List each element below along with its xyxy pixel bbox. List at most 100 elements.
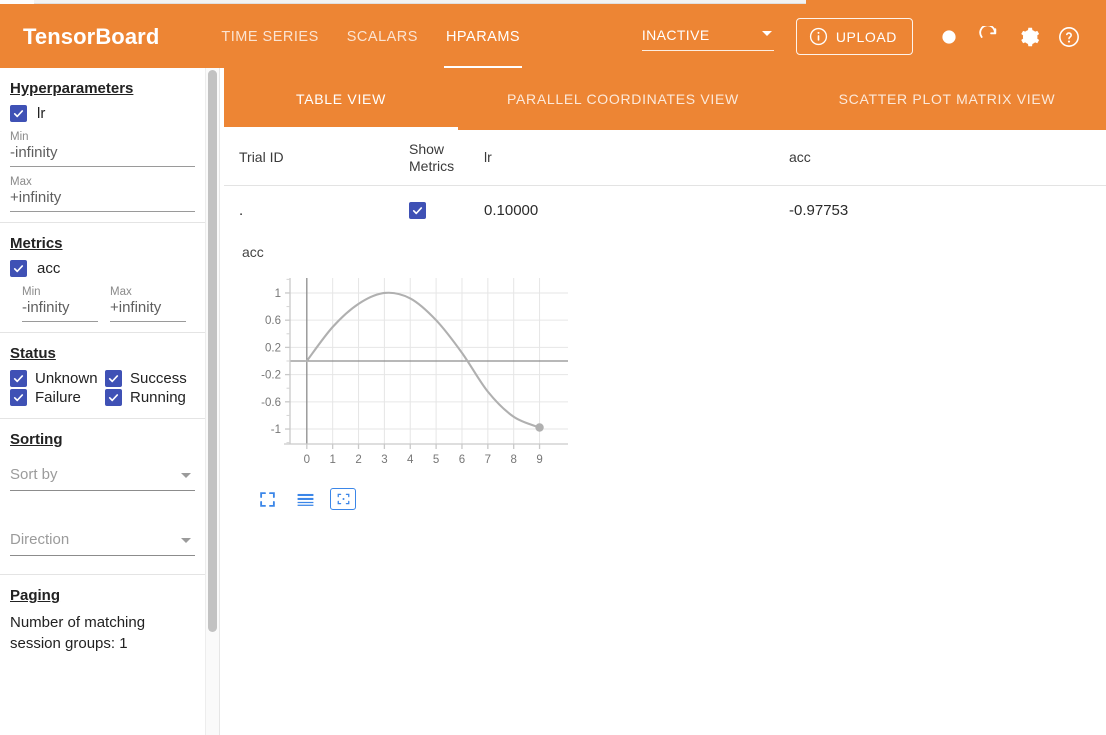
sort-by-value[interactable]: Sort by — [10, 466, 195, 491]
run-selector-dropdown[interactable]: INACTIVE — [641, 27, 774, 51]
metric-acc-row[interactable]: acc — [10, 260, 195, 277]
checkbox-checked-icon[interactable] — [409, 202, 426, 219]
hyperparameter-min-field[interactable]: Min -infinity — [10, 131, 195, 167]
hyperparameters-title: Hyperparameters — [10, 80, 134, 97]
status-failure-item[interactable]: Failure — [10, 389, 105, 406]
status-row-2: Failure Running — [10, 389, 195, 406]
column-header-trial-id[interactable]: Trial ID — [239, 149, 409, 166]
chart-plot-area[interactable]: 1 0.6 0.2 -0.2 -0.6 -1 0 1 2 3 4 5 6 7 8 9 — [242, 268, 582, 478]
metric-min-field[interactable]: Min -infinity — [22, 286, 98, 322]
checkbox-checked-icon[interactable] — [10, 105, 27, 122]
cell-acc: -0.97753 — [789, 202, 849, 219]
column-header-show-metrics[interactable]: Show Metrics — [409, 141, 484, 175]
brightness-icon[interactable] — [929, 17, 969, 57]
direction-value[interactable]: Direction — [10, 531, 195, 556]
status-running-item[interactable]: Running — [105, 389, 186, 406]
sidebar-scrollbar-thumb[interactable] — [208, 70, 217, 632]
cell-lr: 0.10000 — [484, 202, 539, 219]
app-header: TensorBoard TIME SERIES SCALARS HPARAMS … — [0, 5, 1106, 68]
checkbox-checked-icon[interactable] — [105, 370, 122, 387]
chart-title: acc — [242, 244, 264, 260]
direction-select[interactable]: Direction — [10, 531, 195, 556]
status-row-1: Unknown Success — [10, 370, 195, 387]
svg-text:3: 3 — [381, 454, 387, 466]
line-style-icon[interactable] — [292, 488, 318, 510]
filters-sidebar: Hyperparameters lr Min -infinity Max +in… — [0, 68, 205, 735]
status-unknown-item[interactable]: Unknown — [10, 370, 105, 387]
cell-trial-id: . — [239, 202, 244, 219]
svg-text:1: 1 — [275, 288, 281, 300]
svg-text:-1: -1 — [271, 424, 281, 436]
checkbox-checked-icon[interactable] — [10, 389, 27, 406]
tab-parallel-coordinates-view[interactable]: PARALLEL COORDINATES VIEW — [458, 68, 788, 130]
fit-domain-icon[interactable] — [330, 488, 356, 510]
tab-scatter-plot-matrix-view[interactable]: SCATTER PLOT MATRIX VIEW — [788, 68, 1106, 130]
status-success-item[interactable]: Success — [105, 370, 187, 387]
hparams-table: Trial ID Show Metrics lr acc . 0.10000 -… — [224, 130, 1106, 226]
acc-line-chart[interactable]: 1 0.6 0.2 -0.2 -0.6 -1 0 1 2 3 4 5 6 7 8 9 — [242, 268, 582, 478]
metric-max-field[interactable]: Max +infinity — [110, 286, 186, 322]
section-hyperparameters: Hyperparameters lr Min -infinity Max +in… — [0, 68, 205, 223]
svg-text:-0.6: -0.6 — [261, 397, 281, 409]
svg-text:0: 0 — [304, 454, 310, 466]
hyperparameter-max-field[interactable]: Max +infinity — [10, 176, 195, 212]
tensorboard-app: TensorBoard TIME SERIES SCALARS HPARAMS … — [0, 0, 1106, 735]
sort-by-select[interactable]: Sort by — [10, 466, 195, 491]
section-sorting: Sorting Sort by Direction — [0, 419, 205, 575]
help-icon[interactable] — [1049, 17, 1089, 57]
metric-max-input[interactable]: +infinity — [110, 299, 186, 322]
hyperparameter-min-input[interactable]: -infinity — [10, 144, 195, 167]
status-checkbox-grid: Unknown Success Failure Running — [10, 370, 195, 406]
refresh-icon[interactable] — [969, 17, 1009, 57]
status-success-label: Success — [130, 370, 187, 387]
svg-text:-0.2: -0.2 — [261, 370, 281, 382]
checkbox-checked-icon[interactable] — [105, 389, 122, 406]
column-header-show-metrics-line1: Show — [409, 140, 445, 157]
header-actions: INACTIVE UPLOAD — [641, 17, 1089, 57]
table-header-row: Trial ID Show Metrics lr acc — [224, 130, 1106, 186]
table-row: . 0.10000 -0.97753 — [224, 186, 1106, 226]
status-title: Status — [10, 345, 56, 362]
metric-min-label: Min — [22, 286, 41, 298]
hyperparameter-min-label: Min — [10, 131, 29, 143]
view-tabs: TABLE VIEW PARALLEL COORDINATES VIEW SCA… — [224, 68, 1106, 130]
nav-tab-time-series[interactable]: TIME SERIES — [207, 5, 332, 68]
svg-text:4: 4 — [407, 454, 414, 466]
hyperparameter-max-input[interactable]: +infinity — [10, 189, 195, 212]
status-unknown-label: Unknown — [35, 370, 98, 387]
hyperparameter-lr-label: lr — [37, 105, 46, 122]
column-header-show-metrics-line2: Metrics — [409, 157, 455, 174]
info-icon — [809, 27, 827, 46]
upload-button[interactable]: UPLOAD — [795, 18, 913, 55]
svg-text:2: 2 — [355, 454, 361, 466]
paging-title: Paging — [10, 587, 61, 604]
metrics-title: Metrics — [10, 235, 63, 252]
column-header-acc[interactable]: acc — [789, 149, 969, 166]
status-running-label: Running — [130, 389, 186, 406]
metric-acc-label: acc — [37, 260, 61, 277]
column-header-lr[interactable]: lr — [484, 149, 789, 166]
top-strip-light-segment-left — [0, 0, 34, 4]
nav-tab-hparams[interactable]: HPARAMS — [432, 5, 534, 68]
fit-to-screen-icon[interactable] — [254, 488, 280, 510]
section-status: Status Unknown Success Failure Running — [0, 333, 205, 419]
primary-nav-tabs: TIME SERIES SCALARS HPARAMS — [207, 5, 534, 68]
tab-table-view[interactable]: TABLE VIEW — [224, 68, 458, 130]
metric-range-fields: Min -infinity Max +infinity — [10, 286, 195, 322]
metric-min-input[interactable]: -infinity — [22, 299, 98, 322]
svg-text:6: 6 — [459, 454, 465, 466]
settings-gear-icon[interactable] — [1009, 17, 1049, 57]
checkbox-checked-icon[interactable] — [10, 260, 27, 277]
svg-text:1: 1 — [329, 454, 335, 466]
top-strip-light-segment — [0, 0, 806, 4]
cell-show-metrics[interactable] — [409, 202, 484, 222]
sorting-title: Sorting — [10, 431, 63, 448]
metric-chart-card: acc 1 0.6 0.2 -0.2 -0.6 -1 0 1 2 3 4 5 6 7 8 9 — [224, 226, 1106, 510]
metric-max-label: Max — [110, 286, 132, 298]
checkbox-checked-icon[interactable] — [10, 370, 27, 387]
nav-tab-scalars[interactable]: SCALARS — [333, 5, 432, 68]
status-failure-label: Failure — [35, 389, 81, 406]
section-paging: Paging Number of matching session groups… — [0, 575, 205, 664]
chevron-down-icon — [181, 473, 191, 478]
hyperparameter-lr-row[interactable]: lr — [10, 105, 195, 122]
